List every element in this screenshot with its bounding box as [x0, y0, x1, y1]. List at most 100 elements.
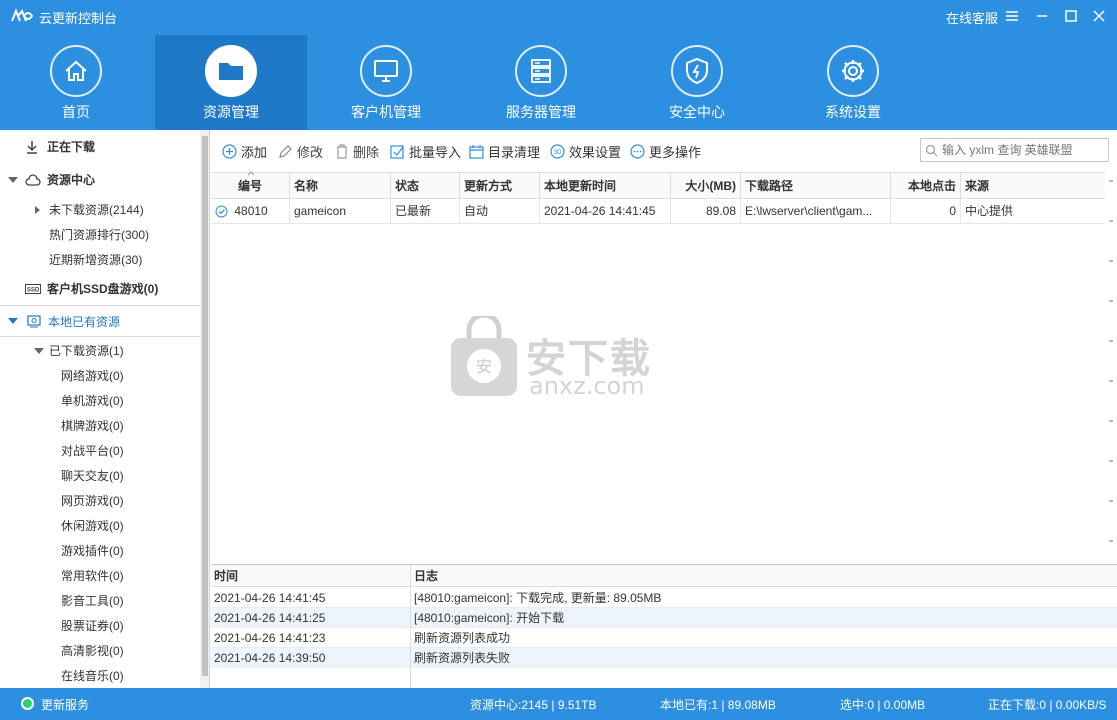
- status-selected: 选中:0 | 0.00MB: [840, 698, 926, 712]
- nav-server-management[interactable]: 服务器管理: [465, 35, 617, 130]
- log-row[interactable]: 2021-04-26 14:39:50 刷新资源列表失败: [211, 648, 1117, 668]
- dir-clean-button[interactable]: 目录清理: [469, 142, 540, 160]
- trash-icon: [337, 143, 347, 159]
- watermark-url: anxz.com: [529, 372, 645, 400]
- add-button[interactable]: 添加: [222, 142, 267, 160]
- minimize-icon[interactable]: [1031, 5, 1053, 27]
- log-time: 2021-04-26 14:41:45: [214, 591, 326, 605]
- column-header-name[interactable]: 名称: [290, 173, 391, 199]
- effect-settings-button[interactable]: 3D 效果设置: [550, 142, 621, 160]
- column-header-update-mode[interactable]: 更新方式: [460, 173, 540, 199]
- sidebar-category[interactable]: 网络游戏(0): [0, 363, 200, 388]
- nav-label: 系统设置: [825, 104, 881, 120]
- column-header-source[interactable]: 来源: [961, 173, 1105, 199]
- sidebar-category[interactable]: 聊天交友(0): [0, 463, 200, 488]
- more-actions-button[interactable]: 更多操作: [630, 142, 701, 160]
- log-panel: 时间 日志 2021-04-26 14:41:45 [48010:gameico…: [211, 564, 1117, 689]
- collapse-arrow-icon[interactable]: [8, 318, 18, 324]
- sidebar-category[interactable]: 股票证券(0): [0, 613, 200, 638]
- expand-arrow-icon[interactable]: [35, 205, 40, 214]
- search-box[interactable]: [920, 138, 1109, 162]
- log-row[interactable]: 2021-04-26 14:41:45 [48010:gameicon]: 下载…: [211, 588, 1117, 608]
- sidebar-scrollbar-thumb[interactable]: [202, 136, 208, 676]
- sidebar-category[interactable]: 在线音乐(0): [0, 663, 200, 688]
- sidebar-category[interactable]: 对战平台(0): [0, 438, 200, 463]
- sidebar-item-downloaded[interactable]: 已下载资源(1): [0, 338, 200, 363]
- column-header-id[interactable]: 编号: [211, 171, 290, 199]
- calendar-clean-icon: [469, 144, 484, 159]
- sidebar-item-hot-ranking[interactable]: 热门资源排行(300): [0, 222, 200, 247]
- sidebar-item-recent-new[interactable]: 近期新增资源(30): [0, 247, 200, 272]
- batch-import-button[interactable]: 批量导入: [390, 142, 461, 160]
- sidebar-category[interactable]: 影音工具(0): [0, 588, 200, 613]
- column-header-status[interactable]: 状态: [391, 173, 460, 199]
- nav-home[interactable]: 首页: [0, 35, 152, 130]
- sidebar-item-local-resources[interactable]: 本地已有资源: [0, 305, 200, 337]
- edit-button[interactable]: 修改: [278, 142, 323, 160]
- sidebar-category[interactable]: 高清影视(0): [0, 638, 200, 663]
- sidebar-item-label: 聊天交友(0): [61, 469, 124, 483]
- log-row[interactable]: 2021-04-26 14:41:25 [48010:gameicon]: 开始…: [211, 608, 1117, 628]
- log-row[interactable]: 2021-04-26 14:41:23 刷新资源列表成功: [211, 628, 1117, 648]
- gear-icon: [827, 45, 879, 97]
- status-local-resources: 本地已有:1 | 89.08MB: [660, 698, 776, 712]
- monitor-icon: [360, 45, 412, 97]
- update-service-label[interactable]: 更新服务: [41, 696, 89, 713]
- sidebar-category[interactable]: 网页游戏(0): [0, 488, 200, 513]
- watermark: 安 安下载 anxz.com: [447, 316, 667, 401]
- folder-icon: [205, 45, 257, 97]
- nav-resource-management[interactable]: 资源管理: [155, 35, 307, 130]
- collapse-arrow-icon[interactable]: [34, 347, 44, 354]
- batch-import-label: 批量导入: [409, 144, 462, 160]
- search-icon: [925, 144, 938, 156]
- log-time: 2021-04-26 14:39:50: [214, 651, 326, 665]
- column-header-local-update-time[interactable]: 本地更新时间: [540, 173, 671, 199]
- search-input[interactable]: [942, 143, 1102, 157]
- column-header-size[interactable]: 大小(MB): [671, 173, 741, 199]
- table-scrollbar[interactable]: [1105, 172, 1117, 564]
- cell-id: 48010: [211, 199, 290, 224]
- log-header-message[interactable]: 日志: [411, 565, 1117, 587]
- svg-text:SSD: SSD: [27, 287, 40, 293]
- cell-local-update-time: 2021-04-26 14:41:45: [540, 199, 671, 224]
- sidebar-item-ssd-games[interactable]: SSD 客户机SSD盘游戏(0): [0, 276, 200, 301]
- log-header: 时间 日志: [211, 565, 1117, 587]
- log-header-time[interactable]: 时间: [211, 565, 411, 587]
- sidebar-item-not-downloaded[interactable]: 未下载资源(2144): [0, 197, 200, 222]
- sidebar-category[interactable]: 休闲游戏(0): [0, 513, 200, 538]
- nav-label: 客户机管理: [351, 104, 421, 120]
- cell-source: 中心提供: [965, 204, 1014, 218]
- sidebar-item-label: 休闲游戏(0): [61, 519, 124, 533]
- nav-security-center[interactable]: 安全中心: [621, 35, 773, 130]
- sidebar-category[interactable]: 单机游戏(0): [0, 388, 200, 413]
- sidebar-scrollbar[interactable]: [200, 130, 209, 688]
- log-column-divider[interactable]: [410, 565, 411, 689]
- sidebar-category[interactable]: 游戏插件(0): [0, 538, 200, 563]
- menu-icon[interactable]: [1001, 5, 1023, 27]
- sidebar-item-label: 资源中心: [47, 173, 96, 187]
- sidebar-item-downloading[interactable]: 正在下载: [0, 134, 200, 159]
- nav-system-settings[interactable]: 系统设置: [777, 35, 929, 130]
- sidebar-category[interactable]: 棋牌游戏(0): [0, 413, 200, 438]
- delete-button[interactable]: 删除: [335, 142, 379, 160]
- nav-label: 服务器管理: [506, 104, 576, 120]
- delete-label: 删除: [353, 144, 380, 160]
- table-row[interactable]: 48010 gameicon 已最新 自动 2021-04-26 14:41:4…: [211, 199, 1117, 224]
- sort-asc-icon: [247, 171, 255, 176]
- column-header-download-path[interactable]: 下载路径: [741, 173, 891, 199]
- close-icon[interactable]: [1088, 5, 1110, 27]
- collapse-arrow-icon[interactable]: [8, 176, 18, 183]
- cell-update-mode: 自动: [460, 199, 540, 224]
- sidebar-item-resource-center[interactable]: 资源中心: [0, 167, 200, 192]
- cell-size: 89.08: [671, 199, 741, 224]
- online-service-link[interactable]: 在线客服: [946, 8, 998, 27]
- sidebar-item-label: 近期新增资源(30): [49, 253, 143, 267]
- column-header-local-clicks[interactable]: 本地点击: [891, 173, 961, 199]
- edit-icon: [279, 144, 292, 158]
- table-scrollbar-track: [1109, 180, 1113, 560]
- maximize-icon[interactable]: [1060, 5, 1082, 27]
- log-message: [48010:gameicon]: 下载完成, 更新量: 89.05MB: [414, 591, 662, 605]
- sidebar-category[interactable]: 常用软件(0): [0, 563, 200, 588]
- cell-local-clicks: 0: [891, 199, 961, 224]
- nav-client-management[interactable]: 客户机管理: [310, 35, 462, 130]
